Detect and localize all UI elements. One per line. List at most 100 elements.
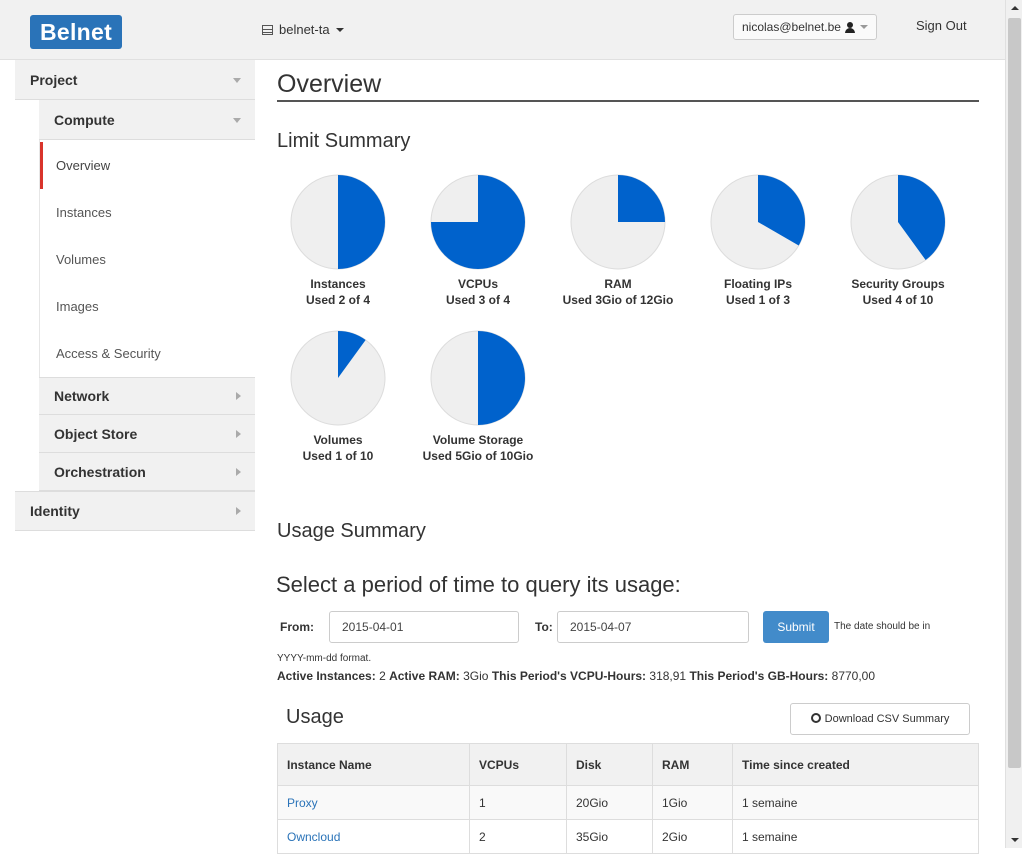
chevron-down-icon (233, 118, 241, 123)
to-date-input[interactable] (557, 611, 749, 643)
chevron-right-icon (236, 507, 241, 515)
project-selector[interactable]: belnet-ta (262, 22, 344, 37)
sidebar-compute[interactable]: Compute (39, 100, 255, 140)
user-menu[interactable]: nicolas@belnet.be (733, 14, 877, 40)
chevron-down-icon (335, 27, 344, 32)
limit-name: Instances (310, 277, 366, 291)
sidebar-item-instances[interactable]: Instances (40, 189, 255, 236)
limit-chart: VCPUs Used 3 of 4 (418, 174, 538, 308)
active-summary: Active Instances: 2 Active RAM: 3Gio Thi… (277, 669, 875, 683)
usage-summary-title: Usage Summary (277, 520, 426, 542)
table-header-row: Instance Name VCPUs Disk RAM Time since … (277, 743, 979, 786)
chevron-down-icon (859, 25, 868, 29)
pie-chart (290, 330, 386, 426)
limit-name: Volume Storage (432, 433, 524, 447)
pie-chart (430, 174, 526, 270)
limit-name: RAM (604, 277, 632, 291)
sidebar-project-label: Project (30, 71, 78, 88)
limit-name: Security Groups (851, 277, 945, 291)
chevron-down-icon (233, 78, 241, 83)
sidebar-orchestration[interactable]: Orchestration (39, 453, 255, 491)
pie-chart (570, 174, 666, 270)
active-instances-label: Active Instances: (277, 669, 376, 683)
scroll-down-arrow-icon[interactable] (1006, 831, 1022, 848)
scroll-up-arrow-icon[interactable] (1006, 0, 1022, 17)
limit-usage-text: Used 1 of 3 (725, 293, 791, 307)
table-cell: 2 (469, 819, 567, 854)
usage-table: Instance Name VCPUs Disk RAM Time since … (277, 743, 979, 854)
limit-summary-title: Limit Summary (277, 130, 411, 152)
sidebar-compute-label: Compute (54, 111, 115, 128)
limit-chart: Instances Used 2 of 4 (278, 174, 398, 308)
instance-link[interactable]: Owncloud (287, 830, 340, 844)
date-format-hint: The date should be in (834, 621, 931, 632)
vcpu-hours-label: This Period's VCPU-Hours: (491, 669, 647, 683)
pie-slice-used (618, 175, 665, 222)
limit-name: Volumes (313, 433, 363, 447)
table-cell: 1Gio (652, 785, 733, 820)
limit-label: RAM Used 3Gio of 12Gio (558, 276, 678, 308)
sidebar: Project Compute Overview Instances Volum… (15, 60, 255, 548)
sidebar-identity[interactable]: Identity (15, 491, 255, 531)
sidebar-object-store-label: Object Store (54, 425, 138, 442)
pie-chart (710, 174, 806, 270)
sidebar-item-overview[interactable]: Overview (40, 142, 255, 189)
from-date-input[interactable] (329, 611, 519, 643)
sidebar-network[interactable]: Network (39, 377, 255, 415)
limit-usage-text: Used 1 of 10 (302, 449, 374, 463)
sidebar-item-volumes[interactable]: Volumes (40, 236, 255, 283)
limit-label: Floating IPs Used 1 of 3 (698, 276, 818, 308)
pie-chart (290, 174, 386, 270)
sign-out-link[interactable]: Sign Out (916, 18, 967, 33)
scroll-thumb[interactable] (1008, 18, 1021, 768)
column-header[interactable]: RAM (652, 743, 733, 786)
limit-label: Instances Used 2 of 4 (278, 276, 398, 308)
active-ram-label: Active RAM: (389, 669, 460, 683)
user-email: nicolas@belnet.be (742, 20, 841, 34)
table-cell: 1 semaine (732, 785, 979, 820)
period-title: Select a period of time to query its usa… (276, 572, 681, 597)
top-navbar: Belnet belnet-ta nicolas@belnet.be Sign … (0, 0, 1005, 60)
pie-slice-used (338, 175, 385, 269)
instance-link[interactable]: Proxy (287, 796, 318, 810)
column-header[interactable]: Disk (566, 743, 653, 786)
table-cell: 1 (469, 785, 567, 820)
project-icon (262, 24, 273, 35)
sidebar-object-store[interactable]: Object Store (39, 415, 255, 453)
sidebar-project[interactable]: Project (15, 60, 255, 100)
chevron-right-icon (236, 467, 241, 476)
download-csv-button[interactable]: Download CSV Summary (790, 703, 970, 735)
vertical-scrollbar[interactable] (1005, 0, 1022, 848)
limit-usage-text: Used 2 of 4 (305, 293, 371, 307)
table-cell: 1 semaine (732, 819, 979, 854)
sidebar-identity-label: Identity (30, 503, 80, 519)
limit-chart: RAM Used 3Gio of 12Gio (558, 174, 678, 308)
limit-chart: Volume Storage Used 5Gio of 10Gio (418, 330, 538, 464)
pie-chart (430, 330, 526, 426)
download-icon (810, 713, 821, 723)
from-label: From: (280, 620, 314, 634)
gb-hours-label: This Period's GB-Hours: (689, 669, 829, 683)
submit-button[interactable]: Submit (763, 611, 829, 643)
belnet-logo[interactable]: Belnet (30, 15, 122, 49)
pie-slice-used (478, 331, 525, 425)
limit-chart: Floating IPs Used 1 of 3 (698, 174, 818, 308)
table-row: Proxy 1 20Gio 1Gio 1 semaine (277, 785, 979, 820)
limit-name: Floating IPs (723, 277, 792, 291)
vcpu-hours-value: 318,91 (649, 669, 687, 683)
sidebar-network-label: Network (54, 388, 110, 404)
gb-hours-value: 8770,00 (831, 669, 876, 683)
chevron-right-icon (236, 392, 241, 400)
column-header[interactable]: Instance Name (277, 743, 470, 786)
date-form: From: To: Submit The date should be in (277, 610, 979, 644)
to-label: To: (535, 620, 553, 634)
page-title: Overview (277, 66, 979, 102)
table-cell: 20Gio (566, 785, 653, 820)
sidebar-item-images[interactable]: Images (40, 283, 255, 330)
active-ram-value: 3Gio (463, 669, 489, 683)
column-header[interactable]: Time since created (732, 743, 979, 786)
limit-usage-text: Used 5Gio of 10Gio (422, 449, 534, 463)
date-format-hint-2: YYYY-mm-dd format. (277, 653, 372, 664)
column-header[interactable]: VCPUs (469, 743, 567, 786)
sidebar-item-access-security[interactable]: Access & Security (40, 330, 255, 377)
